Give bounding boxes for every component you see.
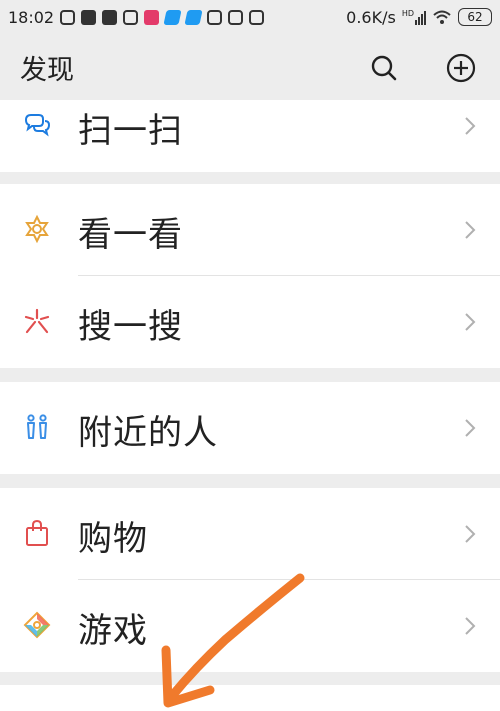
chevron-right-icon (465, 419, 476, 437)
menu-label-search: 搜一搜 (78, 307, 183, 347)
battery-icon: 62 (458, 8, 492, 26)
message-icon (81, 9, 97, 25)
menu-item-search[interactable]: 搜一搜 (0, 276, 500, 368)
chevron-right-icon (465, 221, 476, 239)
message-icon (102, 9, 118, 25)
signal-icon: HD (402, 9, 426, 25)
status-right: 0.6K/s HD 62 (346, 8, 492, 27)
scan-icon (24, 114, 51, 137)
status-left: 18:02 (8, 7, 265, 27)
menu-label-scan: 扫一扫 (78, 111, 183, 151)
menu-item-shopping[interactable]: 购物 (0, 488, 500, 580)
network-speed: 0.6K/s (346, 7, 396, 27)
next-group-partial (0, 685, 500, 711)
group-shop-game: 购物 游戏 (0, 488, 500, 672)
add-circle-icon (446, 53, 476, 83)
cloud-icon (163, 9, 182, 25)
battery-level: 62 (467, 10, 483, 24)
search-button[interactable] (364, 48, 404, 88)
group-scan: 扫一扫 (0, 100, 500, 172)
menu-item-nearby[interactable]: 附近的人 (0, 382, 500, 474)
menu-item-look[interactable]: 看一看 (0, 184, 500, 276)
cloud-icon (184, 9, 203, 25)
link-icon (207, 9, 223, 25)
add-button[interactable] (441, 48, 481, 88)
app-icon (228, 9, 244, 25)
shopping-bag-icon (26, 519, 48, 546)
signal-hd-label: HD (401, 9, 414, 18)
look-icon (25, 214, 49, 244)
menu-item-scan[interactable]: 扫一扫 (0, 100, 500, 172)
charging-icon (60, 9, 76, 25)
menu-label-shopping: 购物 (78, 519, 148, 559)
header: 发现 (0, 34, 500, 100)
search-icon (371, 55, 397, 81)
page-title: 发现 (20, 55, 74, 86)
wifi-icon (433, 10, 451, 24)
menu-item-games[interactable]: 游戏 (0, 580, 500, 672)
menu-label-nearby: 附近的人 (78, 413, 218, 453)
bird-icon (249, 9, 265, 25)
menu-label-games: 游戏 (78, 611, 148, 651)
mi-icon (123, 9, 139, 25)
group-nearby: 附近的人 (0, 382, 500, 474)
chevron-right-icon (465, 313, 476, 331)
people-nearby-icon (27, 414, 47, 439)
search-star-icon (24, 308, 50, 334)
chevron-right-icon (465, 117, 476, 135)
menu-label-look: 看一看 (78, 215, 183, 255)
app-icon (144, 9, 160, 25)
status-bar: 18:02 0.6K/s HD 62 (0, 0, 500, 34)
game-icon (23, 611, 51, 639)
group-look-search: 看一看 搜一搜 (0, 184, 500, 368)
chevron-right-icon (465, 617, 476, 635)
status-time: 18:02 (8, 7, 55, 27)
chevron-right-icon (465, 525, 476, 543)
